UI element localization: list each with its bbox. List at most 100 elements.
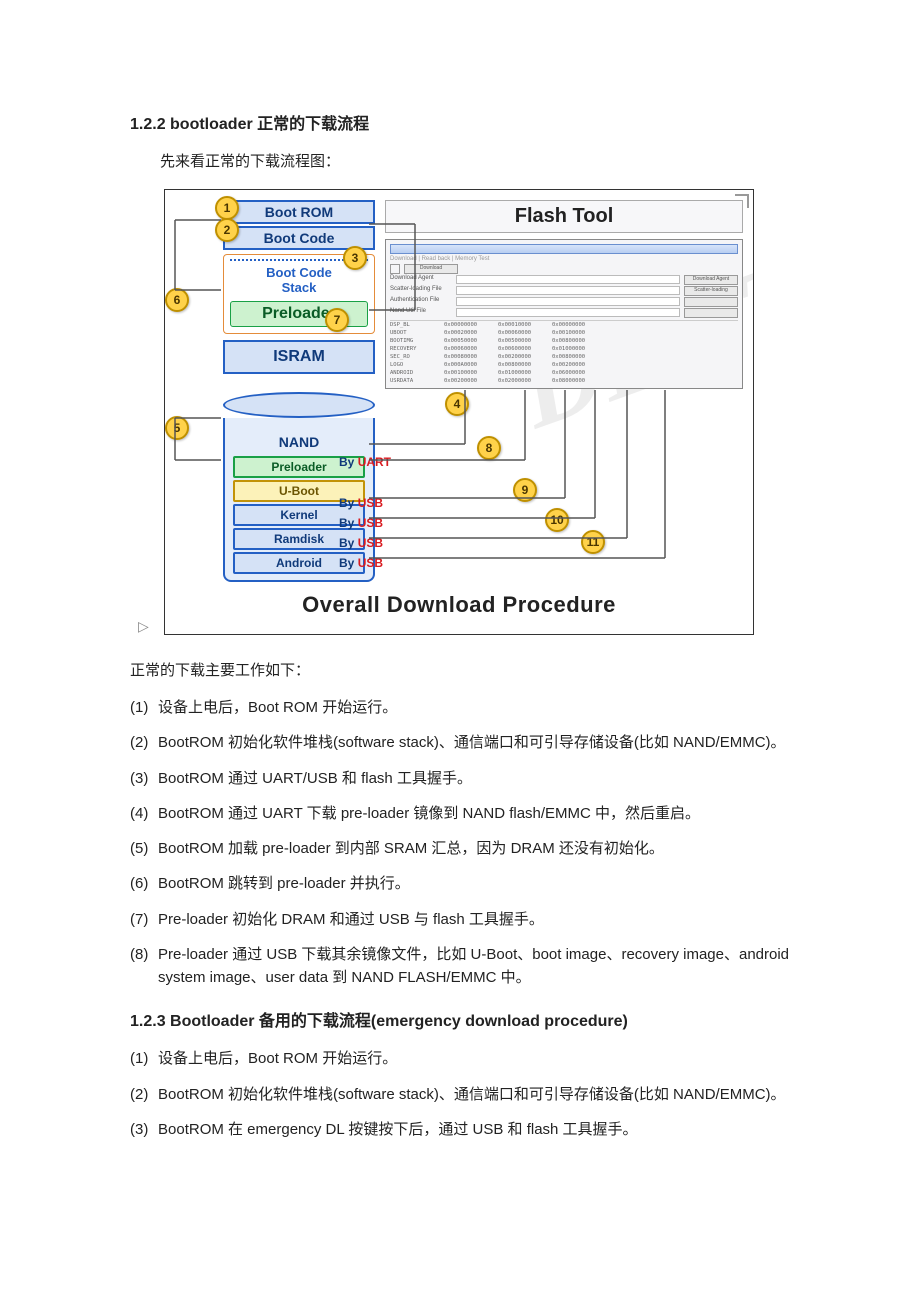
fw-table-cell: 0x00600000 — [498, 345, 544, 353]
step-number: (3) — [130, 767, 148, 790]
step-number: (2) — [130, 731, 148, 754]
flash-tool-window: Download | Read back | Memory Test Downl… — [385, 239, 743, 389]
step-number: (2) — [130, 1083, 148, 1106]
fw-table-cell: 0x08000000 — [552, 377, 598, 385]
flash-tool-title: Flash Tool — [385, 200, 743, 233]
step-item: (5) BootROM 加载 pre-loader 到内部 SRAM 汇总，因为 … — [130, 837, 790, 860]
fw-table-cell: 0x06000000 — [552, 369, 598, 377]
isram-box: ISRAM — [223, 340, 375, 374]
badge-1: 1 — [215, 196, 239, 220]
fw-table-cell: DSP_BL — [390, 321, 436, 329]
fw-table-cell: 0x01000000 — [498, 369, 544, 377]
heading-1-2-3: 1.2.3 Bootloader 备用的下载流程(emergency downl… — [130, 1007, 790, 1031]
by-usb-label-3: By USB — [339, 536, 383, 550]
badge-7: 7 — [325, 308, 349, 332]
nand-label: NAND — [233, 434, 365, 450]
badge-5: 5 — [165, 416, 189, 440]
badge-8: 8 — [477, 436, 501, 460]
fw-table-cell: 0x00100000 — [552, 329, 598, 337]
step-number: (4) — [130, 802, 148, 825]
badge-9: 9 — [513, 478, 537, 502]
fw-field-input[interactable] — [456, 308, 680, 317]
step-number: (5) — [130, 837, 148, 860]
step-text: BootROM 初始化软件堆栈(software stack)、通信端口和可引导… — [158, 734, 786, 751]
by-usb-label-2: By USB — [339, 516, 383, 530]
step-text: 设备上电后，Boot ROM 开始运行。 — [158, 699, 397, 716]
fw-table-cell: 0x00200000 — [498, 353, 544, 361]
fw-field-row: Authentication File — [390, 297, 738, 307]
fw-table-cell: 0x00000000 — [552, 321, 598, 329]
fw-table-cell: 0x00200000 — [444, 377, 490, 385]
fw-table-cell: 0x02000000 — [498, 377, 544, 385]
step-text: Pre-loader 通过 USB 下载其余镜像文件，比如 U-Boot、boo… — [158, 946, 789, 986]
emergency-download-steps: (1)设备上电后，Boot ROM 开始运行。(2)BootROM 初始化软件堆… — [130, 1047, 790, 1141]
fw-table-cell: USRDATA — [390, 377, 436, 385]
step-item: (3) BootROM 通过 UART/USB 和 flash 工具握手。 — [130, 767, 790, 790]
fw-table-row: SEC_RO 0x00080000 0x00200000 0x00800000 — [390, 353, 738, 361]
download-procedure-diagram: DENT Boot ROM Boot Code Boot Code Stack … — [164, 189, 754, 635]
fw-partition-table: DSP_BL0x000000000x000100000x00000000UBOO… — [390, 320, 738, 385]
step-item: (1) 设备上电后，Boot ROM 开始运行。 — [130, 696, 790, 719]
fw-table-row: DSP_BL0x000000000x000100000x00000000 — [390, 321, 738, 329]
fw-table-row: RECOVERY 0x00060000 0x00600000 0x01000000 — [390, 345, 738, 353]
fw-table-cell: 0x00200000 — [552, 361, 598, 369]
fw-field-row: Download Agent Download Agent — [390, 275, 738, 285]
badge-10: 10 — [545, 508, 569, 532]
fw-field-input[interactable] — [456, 286, 680, 295]
fw-table-cell: 0x00800000 — [552, 353, 598, 361]
fw-table-cell: UBOOT — [390, 329, 436, 337]
fw-download-btn[interactable]: Download — [404, 264, 458, 274]
fw-field-row: Nand Util File — [390, 308, 738, 318]
step-number: (3) — [130, 1118, 148, 1141]
fw-field-button[interactable] — [684, 297, 738, 307]
fw-table-row: USRDATA 0x00200000 0x02000000 0x08000000 — [390, 377, 738, 385]
by-usb-label-4: By USB — [339, 556, 383, 570]
badge-6: 6 — [165, 288, 189, 312]
fw-table-row: LOGO0x000A00000x008000000x00200000 — [390, 361, 738, 369]
step-number: (1) — [130, 696, 148, 719]
fw-tabs: Download | Read back | Memory Test — [390, 256, 738, 262]
step-text: BootROM 通过 UART 下载 pre-loader 镜像到 NAND f… — [158, 805, 700, 822]
diagram-caption: Overall Download Procedure — [175, 592, 743, 618]
step-number: (1) — [130, 1047, 148, 1070]
step-number: (8) — [130, 943, 148, 966]
step-text: Pre-loader 初始化 DRAM 和通过 USB 与 flash 工具握手… — [158, 911, 544, 928]
boot-rom-box: Boot ROM — [223, 200, 375, 224]
fw-table-cell: SEC_RO — [390, 353, 436, 361]
fw-field-input[interactable] — [456, 297, 680, 306]
step-item: (1)设备上电后，Boot ROM 开始运行。 — [130, 1047, 790, 1070]
step-item: (2) BootROM 初始化软件堆栈(software stack)、通信端口和… — [130, 731, 790, 754]
fw-table-cell: 0x00020000 — [444, 329, 490, 337]
step-number: (6) — [130, 872, 148, 895]
fw-table-cell: 0x00060000 — [498, 329, 544, 337]
nand-cylinder: NAND Preloader U-Boot Kernel Ramdisk And… — [223, 392, 375, 582]
fw-field-label: Scatter-loading File — [390, 286, 452, 296]
fw-table-cell: 0x00500000 — [498, 337, 544, 345]
fw-table-cell: 0x000A0000 — [444, 361, 490, 369]
boot-code-stack-label: Boot Code Stack — [230, 265, 368, 295]
fw-table-cell: 0x00010000 — [498, 321, 544, 329]
step-item: (3)BootROM 在 emergency DL 按键按下后，通过 USB 和… — [130, 1118, 790, 1141]
after-text-1: 正常的下载主要工作如下： — [130, 659, 790, 680]
badge-4: 4 — [445, 392, 469, 416]
fw-table-cell: 0x01000000 — [552, 345, 598, 353]
fw-field-button[interactable] — [684, 308, 738, 318]
fw-field-input[interactable] — [456, 275, 680, 284]
fw-table-cell: LOGO — [390, 361, 436, 369]
badge-2: 2 — [215, 218, 239, 242]
step-number: (7) — [130, 908, 148, 931]
fw-table-cell: 0x00060000 — [444, 345, 490, 353]
step-text: BootROM 加载 pre-loader 到内部 SRAM 汇总，因为 DRA… — [158, 840, 664, 857]
lead-text-1: 先来看正常的下载流程图： — [130, 150, 790, 171]
fw-field-button[interactable]: Scatter-loading — [684, 286, 738, 296]
step-item: (8) Pre-loader 通过 USB 下载其余镜像文件，比如 U-Boot、… — [130, 943, 790, 990]
fw-table-cell: 0x00080000 — [444, 353, 490, 361]
fw-table-cell: RECOVERY — [390, 345, 436, 353]
fw-table-row: UBOOT 0x00020000 0x00060000 0x00100000 — [390, 329, 738, 337]
fw-field-button[interactable]: Download Agent — [684, 275, 738, 285]
by-usb-label-1: By USB — [339, 496, 383, 510]
fw-table-cell: 0x00100000 — [444, 369, 490, 377]
fw-field-label: Download Agent — [390, 275, 452, 285]
step-text: BootROM 通过 UART/USB 和 flash 工具握手。 — [158, 770, 472, 787]
step-item: (6)BootROM 跳转到 pre-loader 并执行。 — [130, 872, 790, 895]
